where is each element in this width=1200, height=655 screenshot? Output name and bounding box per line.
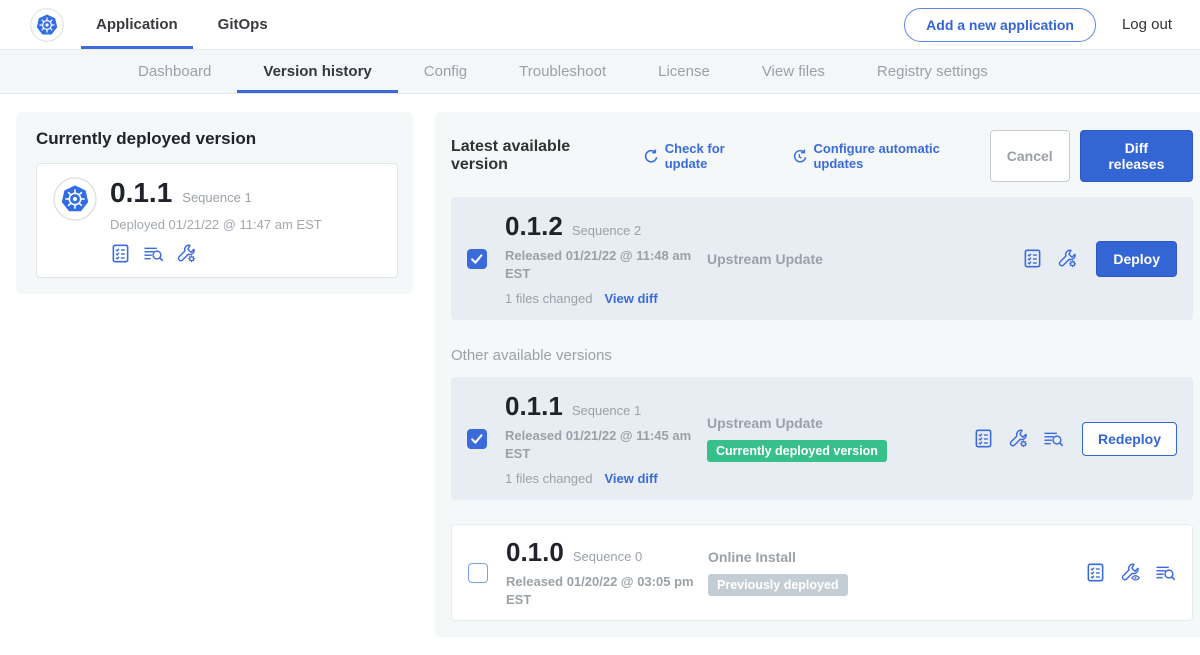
schedule-update-icon [791, 148, 808, 165]
version-row-0-1-1: 0.1.1 Sequence 1 Released 01/21/22 @ 11:… [451, 377, 1193, 500]
version-checkbox-unchecked[interactable] [468, 563, 488, 583]
available-versions-header: Latest available version Check for updat… [451, 130, 1193, 182]
version-source-label: Upstream Update [707, 251, 973, 267]
preflight-checks-icon[interactable] [973, 428, 994, 449]
subtab-troubleshoot[interactable]: Troubleshoot [493, 50, 632, 93]
other-versions-heading: Other available versions [451, 347, 1193, 364]
latest-available-title: Latest available version [451, 138, 628, 174]
deploy-logs-icon[interactable] [1043, 428, 1064, 449]
preflight-checks-icon[interactable] [110, 243, 131, 264]
version-number: 0.1.2 [505, 211, 563, 242]
version-source-label: Upstream Update [707, 415, 973, 431]
subtab-registry-settings-label: Registry settings [877, 63, 988, 80]
available-versions-panel: Latest available version Check for updat… [435, 112, 1200, 637]
version-row-0-1-2: 0.1.2 Sequence 2 Released 01/21/22 @ 11:… [451, 197, 1193, 320]
add-application-button[interactable]: Add a new application [904, 8, 1096, 42]
files-changed-label: 1 files changed [505, 471, 592, 486]
subtab-troubleshoot-label: Troubleshoot [519, 63, 606, 80]
sequence-label: Sequence 2 [572, 223, 641, 238]
subtab-config[interactable]: Config [398, 50, 493, 93]
subtab-view-files[interactable]: View files [736, 50, 851, 93]
currently-deployed-panel: Currently deployed version 0.1.1 Sequenc… [16, 112, 413, 294]
edit-config-icon[interactable] [176, 243, 197, 264]
topnav-right-actions: Add a new application Log out [904, 0, 1172, 49]
app-logo-icon [53, 177, 97, 221]
version-number: 0.1.1 [505, 391, 563, 422]
currently-deployed-title: Currently deployed version [36, 129, 398, 149]
edit-config-icon[interactable] [1057, 248, 1078, 269]
sequence-label: Sequence 1 [572, 403, 641, 418]
deploy-logs-icon[interactable] [143, 243, 164, 264]
edit-config-icon[interactable] [1008, 428, 1029, 449]
cancel-button[interactable]: Cancel [990, 130, 1070, 182]
version-checkbox-checked[interactable] [467, 249, 487, 269]
version-source-label: Online Install [708, 549, 974, 565]
logout-link[interactable]: Log out [1122, 16, 1172, 33]
view-config-icon[interactable] [1120, 562, 1141, 583]
previously-deployed-badge: Previously deployed [708, 574, 848, 596]
currently-deployed-badge: Currently deployed version [707, 440, 887, 462]
subtab-license-label: License [658, 63, 710, 80]
deployed-sequence-label: Sequence 1 [182, 190, 251, 205]
tab-application[interactable]: Application [81, 0, 193, 49]
subtab-dashboard[interactable]: Dashboard [112, 50, 237, 93]
check-for-update-link[interactable]: Check for update [642, 141, 769, 171]
version-number: 0.1.0 [506, 537, 564, 568]
configure-updates-link[interactable]: Configure automatic updates [791, 141, 990, 171]
configure-updates-label: Configure automatic updates [813, 141, 989, 171]
app-sub-navigation: Dashboard Version history Config Trouble… [0, 50, 1200, 94]
view-diff-link[interactable]: View diff [604, 291, 657, 306]
released-timestamp: Released 01/21/22 @ 11:45 am EST [505, 427, 695, 462]
diff-releases-button[interactable]: Diff releases [1080, 130, 1193, 182]
sequence-label: Sequence 0 [573, 549, 642, 564]
redeploy-button[interactable]: Redeploy [1082, 422, 1177, 456]
top-navigation: Application GitOps Add a new application… [0, 0, 1200, 50]
check-for-update-label: Check for update [665, 141, 769, 171]
subtab-registry-settings[interactable]: Registry settings [851, 50, 1014, 93]
deploy-button[interactable]: Deploy [1096, 241, 1177, 277]
preflight-checks-icon[interactable] [1085, 562, 1106, 583]
kubernetes-logo-icon [30, 8, 64, 42]
view-diff-link[interactable]: View diff [604, 471, 657, 486]
files-changed-label: 1 files changed [505, 291, 592, 306]
tab-gitops-label: GitOps [218, 16, 268, 33]
subtab-dashboard-label: Dashboard [138, 63, 211, 80]
subtab-config-label: Config [424, 63, 467, 80]
refresh-icon [642, 148, 659, 165]
version-row-0-1-0: 0.1.0 Sequence 0 Released 01/20/22 @ 03:… [451, 524, 1193, 621]
main-content: Currently deployed version 0.1.1 Sequenc… [0, 94, 1200, 655]
subtab-license[interactable]: License [632, 50, 736, 93]
subtab-version-history-label: Version history [263, 63, 371, 80]
deploy-logs-icon[interactable] [1155, 562, 1176, 583]
tab-gitops[interactable]: GitOps [203, 0, 283, 49]
version-checkbox-checked[interactable] [467, 429, 487, 449]
subtab-view-files-label: View files [762, 63, 825, 80]
deployed-version-number: 0.1.1 [110, 177, 172, 209]
subtab-version-history[interactable]: Version history [237, 50, 397, 93]
preflight-checks-icon[interactable] [1022, 248, 1043, 269]
released-timestamp: Released 01/20/22 @ 03:05 pm EST [506, 573, 696, 608]
deployed-version-card: 0.1.1 Sequence 1 Deployed 01/21/22 @ 11:… [36, 163, 398, 278]
deployed-timestamp: Deployed 01/21/22 @ 11:47 am EST [110, 217, 322, 232]
tab-application-label: Application [96, 16, 178, 33]
released-timestamp: Released 01/21/22 @ 11:48 am EST [505, 247, 695, 282]
